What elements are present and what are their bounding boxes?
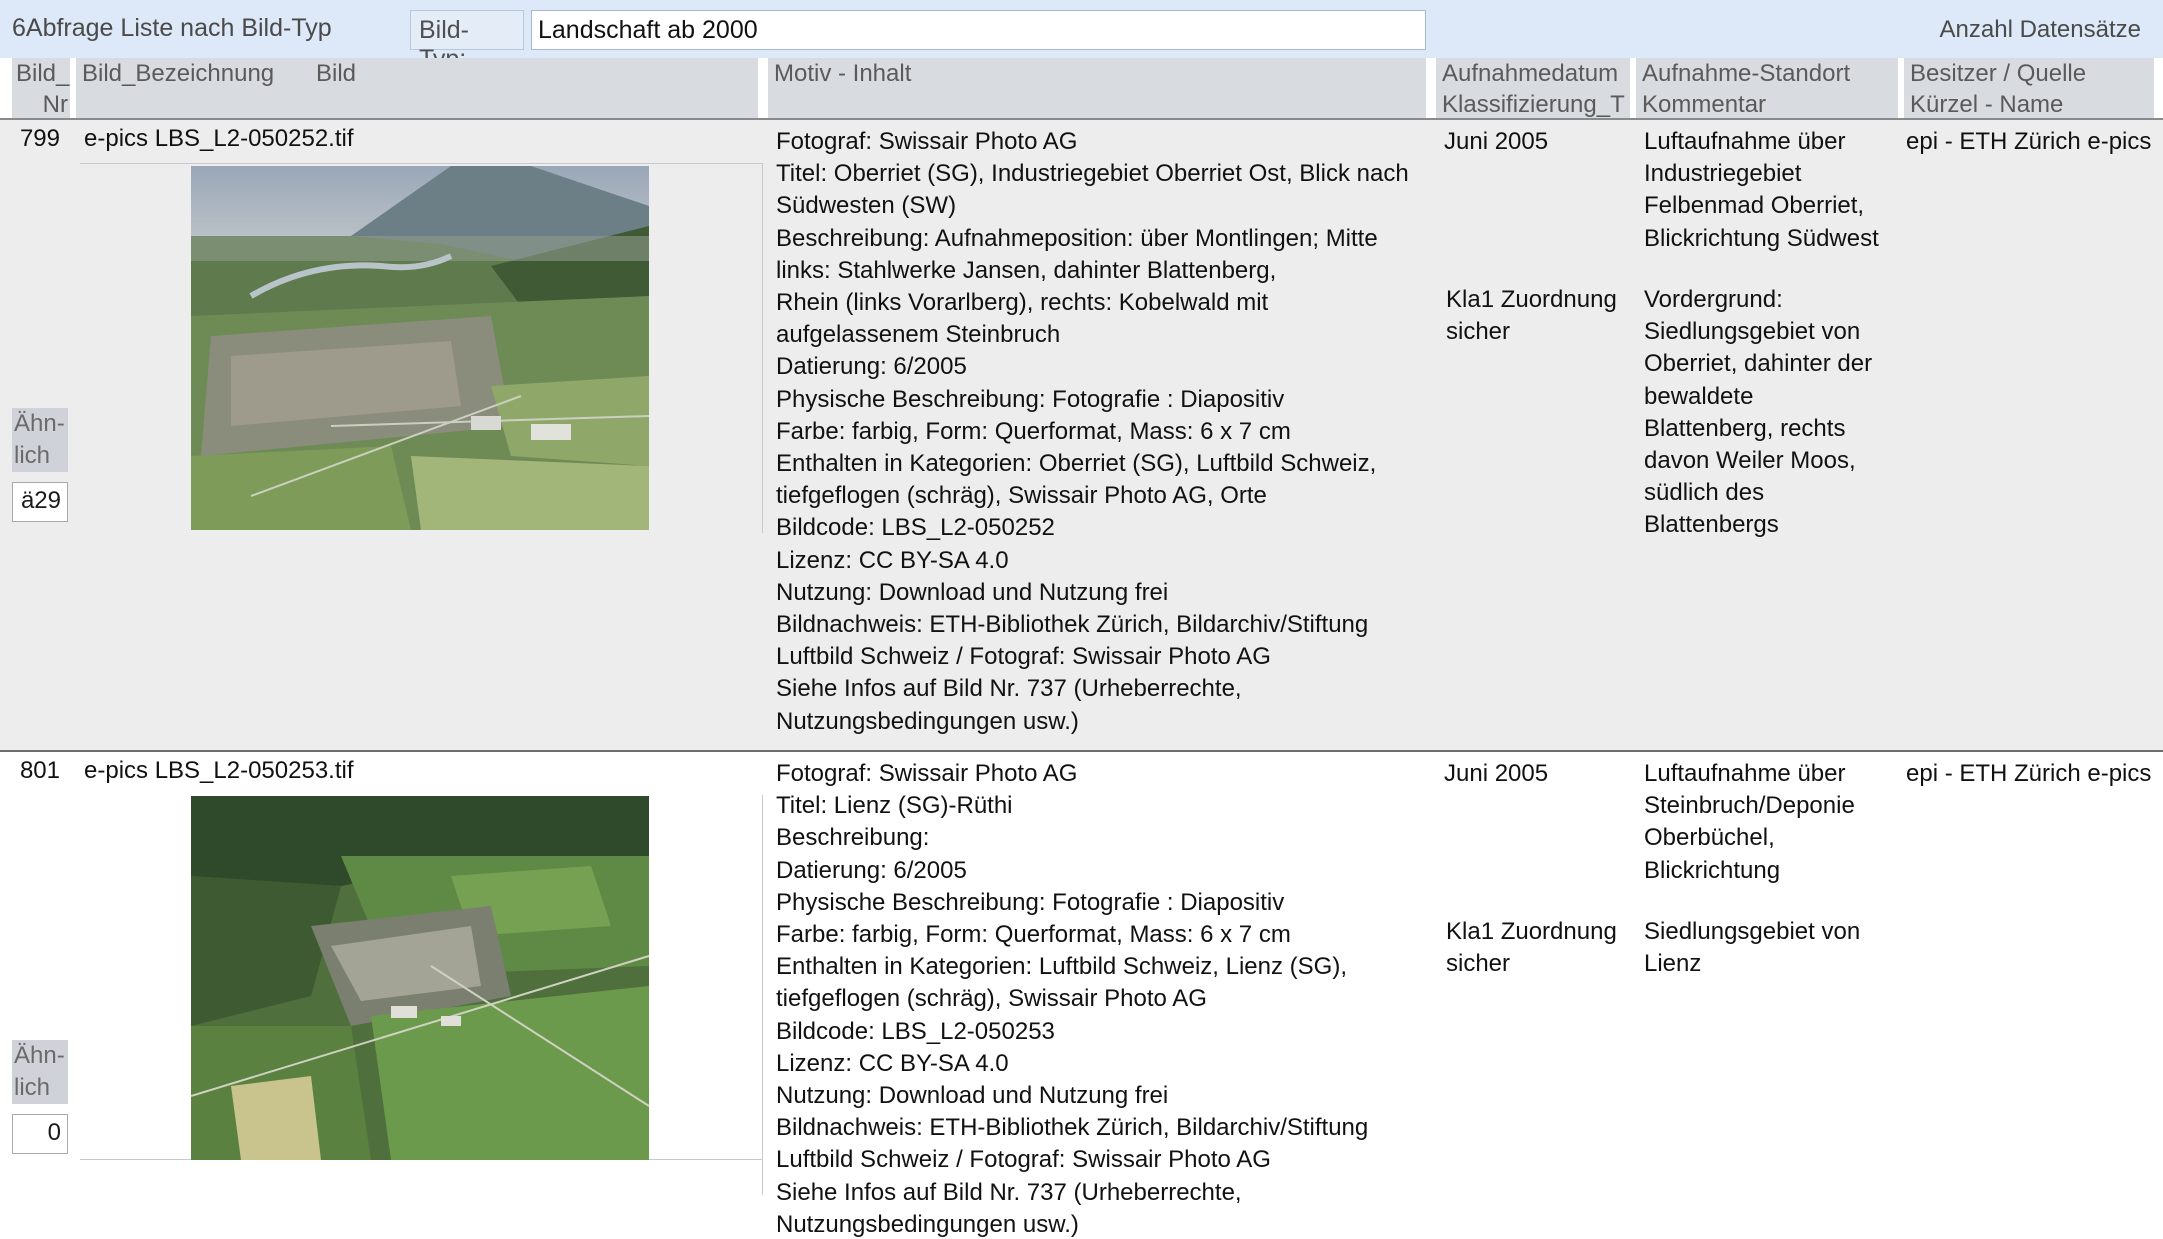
aerial-photo-lienz[interactable] — [191, 796, 649, 1160]
aerial-photo-icon — [191, 796, 649, 1160]
header-bild-nr[interactable]: Bild_ Nr — [12, 58, 70, 118]
klassifizierung-value: Kla1 Zuordnung sicher — [1446, 918, 1617, 978]
record-row: 801 e-pics LBS_L2-050253.tif Ähn- lich 0… — [0, 752, 2163, 1239]
header-bild-nr-line2: Nr — [42, 91, 68, 118]
motiv-inhalt-text: Fotograf: Swissair Photo AG Titel: Lienz… — [776, 760, 1369, 1238]
bild-typ-label: Bild-Typ: — [410, 10, 524, 73]
bild-nr: 801 — [19, 757, 60, 784]
bild-nr: 799 — [19, 125, 60, 152]
standort-value: Luftaufnahme über Industriegebiet Felben… — [1644, 128, 1879, 252]
image-frame-right — [762, 163, 763, 533]
bild-bezeichnung[interactable]: e-pics LBS_L2-050253.tif — [84, 755, 354, 787]
image-frame-top — [80, 163, 762, 164]
aerial-photo-oberriet[interactable] — [191, 166, 649, 530]
header-bild-bezeichnung-text: Bild_Bezeichnung — [82, 60, 275, 87]
image-frame-right — [762, 795, 763, 1195]
standort-value: Luftaufnahme über Steinbruch/Deponie Obe… — [1644, 760, 1855, 884]
bild-bezeichnung[interactable]: e-pics LBS_L2-050252.tif — [84, 123, 354, 155]
besitzer-value: epi - ETH Zürich e-pics — [1906, 760, 2152, 787]
aehnlich-label: Ähn- lich — [12, 408, 68, 472]
header-motiv[interactable]: Motiv - Inhalt — [768, 58, 1426, 118]
kommentar-value: Siedlungsgebiet von Lienz — [1644, 918, 1861, 978]
aufnahmedatum-value: Juni 2005 — [1444, 128, 1549, 155]
besitzer-value: epi - ETH Zürich e-pics — [1906, 128, 2152, 155]
kommentar-clip: Vordergrund: Siedlungsgebiet von Oberrie… — [1640, 284, 1902, 647]
header-besitzer-line1: Besitzer / Quelle — [1910, 60, 2087, 87]
aehnlich-value-field[interactable]: ä29 — [12, 482, 68, 522]
header-aufnahmedatum[interactable]: Aufnahmedatum Klassifizierung_T — [1436, 58, 1630, 118]
header-bild-text: Bild — [316, 60, 357, 87]
header-bild-bezeichnung[interactable]: Bild_Bezeichnung Bild — [76, 58, 758, 118]
klassifizierung-value: Kla1 Zuordnung sicher — [1446, 286, 1617, 346]
aehnlich-value-field[interactable]: 0 — [12, 1114, 68, 1154]
bild-typ-field[interactable]: Landschaft ab 2000 — [531, 10, 1426, 50]
form-title: 6Abfrage Liste nach Bild-Typ — [12, 14, 332, 42]
column-header-row: Bild_ Nr Bild_Bezeichnung Bild Motiv - I… — [0, 58, 2163, 120]
aehnlich-label: Ähn- lich — [12, 1040, 68, 1104]
header-standort-line1: Aufnahme-Standort — [1642, 60, 1851, 87]
header-klassifizierung-line2: Klassifizierung_T — [1442, 91, 1625, 118]
record-count-label: Anzahl Datensätze — [1939, 16, 2141, 43]
motiv-inhalt-text: Fotograf: Swissair Photo AG Titel: Oberr… — [776, 128, 1409, 735]
aerial-photo-icon — [191, 166, 649, 530]
header-kuerzel-line2: Kürzel - Name — [1910, 91, 2064, 118]
kommentar-value: Vordergrund: Siedlungsgebiet von Oberrie… — [1644, 286, 1873, 539]
header-besitzer[interactable]: Besitzer / Quelle Kürzel - Name — [1904, 58, 2154, 118]
header-standort[interactable]: Aufnahme-Standort Kommentar — [1636, 58, 1898, 118]
header-kommentar-line2: Kommentar — [1642, 91, 1767, 118]
header-aufnahmedatum-line1: Aufnahmedatum — [1442, 60, 1619, 87]
aufnahmedatum-value: Juni 2005 — [1444, 760, 1549, 787]
record-row: 799 e-pics LBS_L2-050252.tif Ähn- lich ä… — [0, 120, 2163, 750]
header-bild-nr-line1: Bild_ — [16, 60, 70, 87]
form-title-bar: 6Abfrage Liste nach Bild-Typ Bild-Typ: L… — [0, 0, 2163, 73]
